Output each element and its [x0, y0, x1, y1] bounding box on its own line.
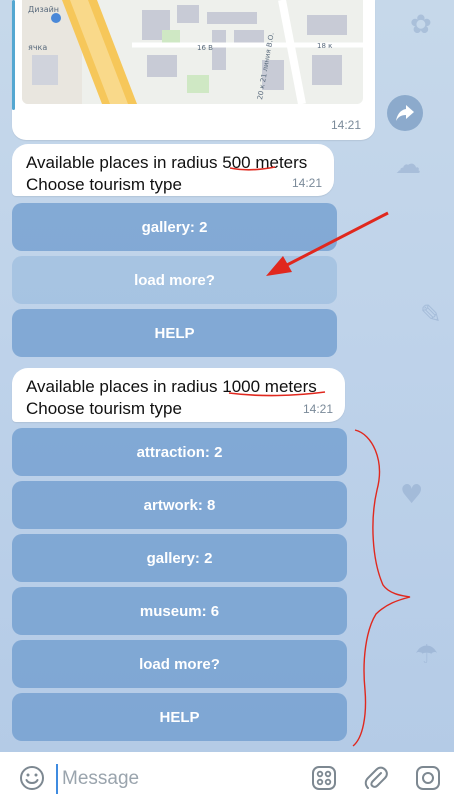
- forward-button[interactable]: [387, 95, 423, 131]
- doodle-decoration: ☂: [415, 640, 439, 670]
- message-text: meters: [260, 377, 317, 396]
- inline-button-artwork[interactable]: artwork: 8: [12, 481, 347, 529]
- message-time: 14:21: [291, 176, 322, 190]
- message-line-2: Choose tourism type: [26, 399, 182, 418]
- share-arrow-icon: [396, 105, 414, 121]
- camera-icon: [416, 766, 440, 790]
- message-input-bar: [0, 752, 454, 804]
- doodle-decoration: ✿: [410, 10, 432, 40]
- map-accent-bar: [12, 0, 15, 110]
- inline-button-gallery[interactable]: gallery: 2: [12, 203, 337, 251]
- message-input[interactable]: [56, 764, 304, 794]
- radius-value: 500: [222, 153, 251, 172]
- message-time: 14:21: [302, 402, 333, 416]
- attach-button[interactable]: [360, 762, 392, 794]
- inline-button-load-more[interactable]: load more?: [12, 640, 347, 688]
- message-line-1: Available places in radius 500 meters: [26, 152, 320, 174]
- message-text: Available places in radius: [26, 377, 223, 396]
- message-text: meters: [250, 153, 308, 172]
- radius-value: 1000: [222, 377, 261, 396]
- svg-text:16 В: 16 В: [197, 44, 213, 52]
- doodle-decoration: ✎: [420, 300, 442, 330]
- curly-brace-annotation: [352, 429, 411, 747]
- message-text: Available places in radius: [26, 153, 223, 172]
- message-line-2: Choose tourism type: [26, 175, 182, 194]
- bot-message: Available places in radius 500 meters Ch…: [12, 144, 334, 196]
- bot-keyboard-icon: [312, 766, 336, 790]
- message-time: 14:21: [330, 118, 361, 132]
- inline-button-museum[interactable]: museum: 6: [12, 587, 347, 635]
- doodle-decoration: ♥: [400, 480, 424, 510]
- svg-text:ячка: ячка: [28, 43, 47, 52]
- chat-screen: ✿ ☁ ✎ ♥ ☂ 14:21 Дизайн ячка 16 В 18 к 20…: [0, 0, 454, 804]
- doodle-decoration: ☁: [395, 150, 421, 180]
- emoji-button[interactable]: [16, 762, 48, 794]
- map-preview[interactable]: Дизайн ячка 16 В 18 к 20 к 21 линия В.О.: [22, 0, 363, 104]
- inline-button-attraction[interactable]: attraction: 2: [12, 428, 347, 476]
- emoji-icon: [20, 766, 44, 790]
- inline-button-help[interactable]: HELP: [12, 309, 337, 357]
- inline-button-gallery[interactable]: gallery: 2: [12, 534, 347, 582]
- bot-menu-button[interactable]: [308, 762, 340, 794]
- bot-message: Available places in radius 1000 meters C…: [12, 368, 345, 422]
- svg-text:18 к: 18 к: [317, 42, 332, 50]
- camera-button[interactable]: [412, 762, 444, 794]
- paperclip-icon: [364, 766, 388, 789]
- map-image: Дизайн ячка 16 В 18 к 20 к 21 линия В.О.: [22, 0, 363, 104]
- svg-text:Дизайн: Дизайн: [28, 5, 59, 14]
- message-line-1: Available places in radius 1000 meters: [26, 376, 331, 398]
- inline-button-load-more[interactable]: load more?: [12, 256, 337, 304]
- inline-button-help[interactable]: HELP: [12, 693, 347, 741]
